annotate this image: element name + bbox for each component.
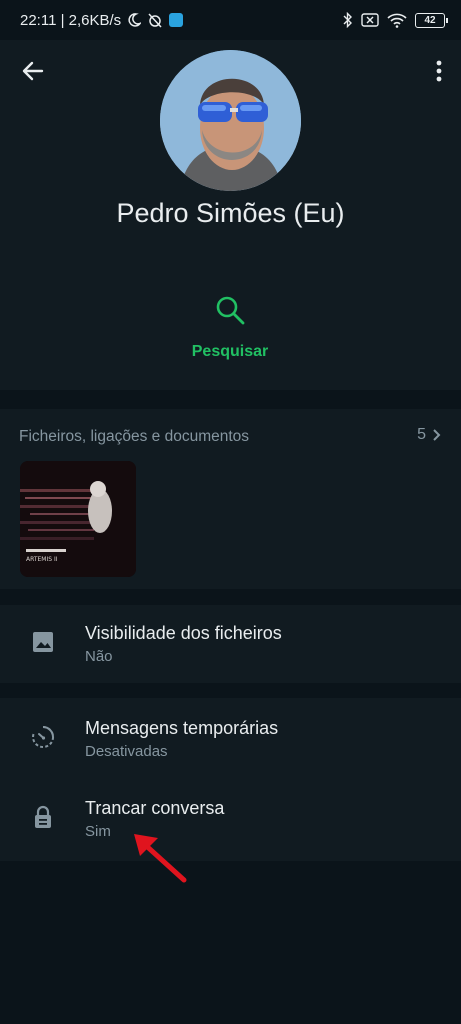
temporary-messages-value: Desativadas xyxy=(85,743,168,760)
chat-options-card: Mensagens temporárias Desativadas Tranca… xyxy=(0,698,461,861)
search-label: Pesquisar xyxy=(191,343,269,360)
timer-icon xyxy=(30,724,56,750)
media-section-title: Ficheiros, ligações e documentos xyxy=(19,428,250,445)
media-visibility-title: Visibilidade dos ficheiros xyxy=(85,623,282,643)
status-bar: 22:11 | 2,6KB/s 42 xyxy=(0,0,461,40)
bluetooth-icon xyxy=(343,12,353,28)
media-section: Ficheiros, ligações e documentos 5 ARTEM… xyxy=(0,409,461,589)
temporary-messages-title: Mensagens temporárias xyxy=(85,718,279,738)
media-visibility-row[interactable]: Visibilidade dos ficheiros Não xyxy=(0,603,461,685)
moon-icon xyxy=(127,13,142,27)
back-button[interactable] xyxy=(18,56,48,86)
lock-chat-title: Trancar conversa xyxy=(85,798,225,818)
media-thumbnail-image: ARTEMIS II xyxy=(20,461,136,577)
more-options-button[interactable] xyxy=(431,56,447,86)
more-vert-icon xyxy=(436,60,442,82)
profile-name: Pedro Simões (Eu) xyxy=(116,198,345,228)
thumbnail-caption: ARTEMIS II xyxy=(26,556,58,563)
battery-indicator: 42 xyxy=(415,12,448,28)
telegram-icon xyxy=(169,13,184,27)
media-count: 5 xyxy=(417,426,426,443)
image-icon xyxy=(30,629,56,655)
wifi-icon xyxy=(387,13,407,28)
visibility-card: Visibilidade dos ficheiros Não xyxy=(0,605,461,683)
temporary-messages-row[interactable]: Mensagens temporárias Desativadas xyxy=(0,698,461,780)
media-visibility-value: Não xyxy=(85,648,113,665)
alarm-off-icon xyxy=(147,12,163,28)
lock-chat-row[interactable]: Trancar conversa Sim xyxy=(0,778,461,860)
media-count-link[interactable]: 5 xyxy=(417,426,441,444)
search-icon xyxy=(216,296,245,325)
annotation-arrow xyxy=(128,828,192,893)
chevron-right-icon xyxy=(433,429,441,441)
profile-header: Pedro Simões (Eu) Pesquisar xyxy=(0,40,461,390)
status-time-speed: 22:11 | 2,6KB/s xyxy=(20,11,122,29)
lock-chat-value: Sim xyxy=(85,823,111,840)
media-thumbnail[interactable]: ARTEMIS II xyxy=(20,461,136,577)
lock-icon xyxy=(30,804,56,830)
no-sim-icon xyxy=(361,13,379,27)
avatar-photo xyxy=(160,50,301,191)
avatar[interactable] xyxy=(160,50,301,191)
search-button[interactable]: Pesquisar xyxy=(180,295,280,375)
arrow-left-icon xyxy=(22,61,44,81)
